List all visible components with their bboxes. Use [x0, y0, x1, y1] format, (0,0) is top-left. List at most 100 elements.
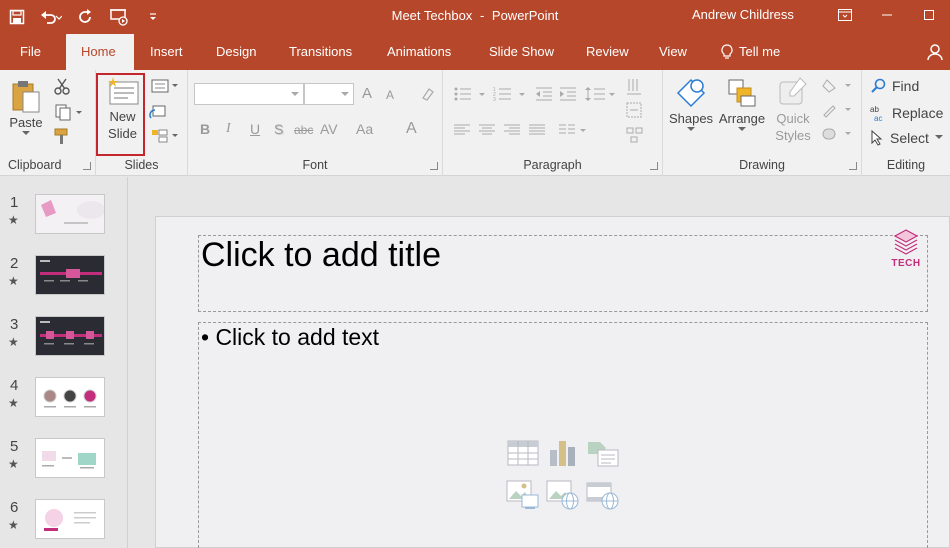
shapes-label: Shapes [668, 111, 714, 126]
arrange-button[interactable]: Arrange [715, 76, 769, 133]
lightbulb-icon [721, 44, 733, 59]
content-placeholder[interactable] [198, 322, 928, 548]
slide-preview [35, 194, 105, 234]
shape-effects-icon[interactable] [819, 124, 857, 144]
slide-thumbnail[interactable]: 4 ★ [0, 377, 128, 437]
bullets-icon[interactable] [451, 84, 491, 104]
slide-preview [35, 438, 105, 478]
quick-styles-label-line1: Quick [776, 111, 810, 126]
user-name[interactable]: Andrew Childress [692, 0, 794, 30]
shrink-font-button[interactable]: A [386, 88, 394, 102]
select-button[interactable]: Select [870, 130, 943, 146]
reset-slide-icon[interactable] [148, 102, 168, 122]
font-group-label: Font [302, 158, 328, 172]
slide-preview [35, 316, 105, 356]
align-right-icon[interactable] [501, 120, 523, 140]
insert-video-icon[interactable] [586, 479, 620, 511]
align-text-icon[interactable] [623, 100, 647, 122]
justify-icon[interactable] [526, 120, 548, 140]
paste-icon [12, 81, 40, 113]
bold-button[interactable]: B [200, 121, 210, 137]
slide-thumbnails-panel[interactable]: 1 ★ 2 ★ 3 ★ 4 ★ 5 ★ 6 ★ [0, 177, 128, 548]
find-icon [871, 78, 886, 93]
content-placeholder-text[interactable]: • Click to add text [201, 324, 379, 351]
cut-icon[interactable] [52, 76, 72, 96]
italic-button[interactable]: I [226, 121, 231, 137]
format-painter-icon[interactable] [52, 126, 72, 146]
slide-thumbnail[interactable]: 3 ★ [0, 316, 128, 376]
slide-thumbnail[interactable]: 6 ★ [0, 499, 128, 548]
tab-home[interactable]: Home [66, 34, 134, 70]
animation-star-icon: ★ [8, 518, 19, 532]
slide-thumbnail[interactable]: 1 ★ [0, 194, 128, 254]
shape-outline-icon[interactable] [819, 100, 857, 120]
font-name-dropdown[interactable] [194, 83, 304, 105]
text-direction-icon[interactable] [623, 76, 647, 98]
maximize-icon[interactable] [908, 0, 950, 30]
paragraph-launcher-icon[interactable] [650, 162, 658, 170]
font-size-dropdown[interactable] [304, 83, 354, 105]
tab-view[interactable]: View [644, 34, 702, 70]
text-shadow-button[interactable]: S [274, 121, 283, 137]
copy-icon[interactable] [52, 102, 86, 122]
ribbon-display-options-icon[interactable] [824, 0, 866, 30]
section-icon[interactable] [148, 126, 182, 146]
tab-animations[interactable]: Animations [372, 34, 466, 70]
share-user-icon[interactable] [920, 34, 950, 70]
increase-indent-icon[interactable] [557, 84, 579, 104]
insert-table-icon[interactable] [506, 437, 540, 469]
align-center-icon[interactable] [476, 120, 498, 140]
insert-picture-icon[interactable] [506, 479, 540, 511]
tech-logo: TECH [888, 228, 924, 274]
slide-number: 3 [10, 316, 19, 333]
animation-star-icon: ★ [8, 396, 19, 410]
font-color-button[interactable]: A [406, 120, 417, 138]
underline-button[interactable]: U [250, 121, 260, 137]
slide-thumbnail[interactable]: 2 ★ [0, 255, 128, 315]
tab-review[interactable]: Review [571, 34, 644, 70]
strikethrough-button[interactable]: abc [294, 123, 313, 137]
tab-insert[interactable]: Insert [135, 34, 198, 70]
replace-button[interactable]: ab ac Replace [870, 104, 943, 122]
title-placeholder-text[interactable]: Click to add title [201, 236, 441, 275]
insert-smartart-icon[interactable] [586, 437, 620, 469]
tab-file[interactable]: File [5, 34, 56, 70]
minimize-icon[interactable] [866, 0, 908, 30]
numbering-icon[interactable]: 123 [491, 84, 531, 104]
tab-transitions[interactable]: Transitions [274, 34, 367, 70]
quick-styles-button[interactable]: Quick Styles [769, 76, 817, 144]
tell-me-label: Tell me [739, 44, 781, 59]
tell-me-search[interactable]: Tell me [706, 34, 795, 70]
insert-chart-icon[interactable] [546, 437, 580, 469]
change-case-button[interactable]: Aa [356, 121, 373, 137]
tab-design[interactable]: Design [201, 34, 271, 70]
insert-online-picture-icon[interactable] [546, 479, 580, 511]
clipboard-group-label: Clipboard [8, 158, 62, 172]
svg-text:3: 3 [493, 97, 496, 102]
tab-slide-show[interactable]: Slide Show [474, 34, 569, 70]
paste-button[interactable]: Paste [6, 78, 46, 137]
columns-icon[interactable] [557, 120, 591, 140]
quick-styles-label-line2: Styles [775, 128, 811, 143]
select-cursor-icon [871, 130, 883, 146]
drawing-launcher-icon[interactable] [849, 162, 857, 170]
clear-formatting-icon[interactable] [418, 84, 438, 104]
arrange-label: Arrange [718, 111, 766, 126]
drawing-group: Shapes Arrange Quick Styles Drawing [663, 70, 862, 176]
convert-to-smartart-icon[interactable] [623, 124, 647, 146]
shapes-button[interactable]: Shapes [669, 76, 713, 133]
line-spacing-icon[interactable] [583, 84, 619, 104]
decrease-indent-icon[interactable] [533, 84, 555, 104]
layout-icon[interactable] [148, 76, 182, 96]
font-launcher-icon[interactable] [430, 162, 438, 170]
slide-thumbnail[interactable]: 5 ★ [0, 438, 128, 498]
title-separator: - [479, 8, 485, 23]
character-spacing-button[interactable]: AV [320, 121, 338, 137]
grow-font-button[interactable]: A [362, 85, 372, 102]
clipboard-launcher-icon[interactable] [83, 162, 91, 170]
shape-fill-icon[interactable] [819, 76, 857, 96]
font-group: A A B I U S abc AV Aa A Font [188, 70, 443, 176]
drawing-group-label: Drawing [739, 158, 785, 172]
align-left-icon[interactable] [451, 120, 473, 140]
find-button[interactable]: Find [870, 78, 919, 94]
